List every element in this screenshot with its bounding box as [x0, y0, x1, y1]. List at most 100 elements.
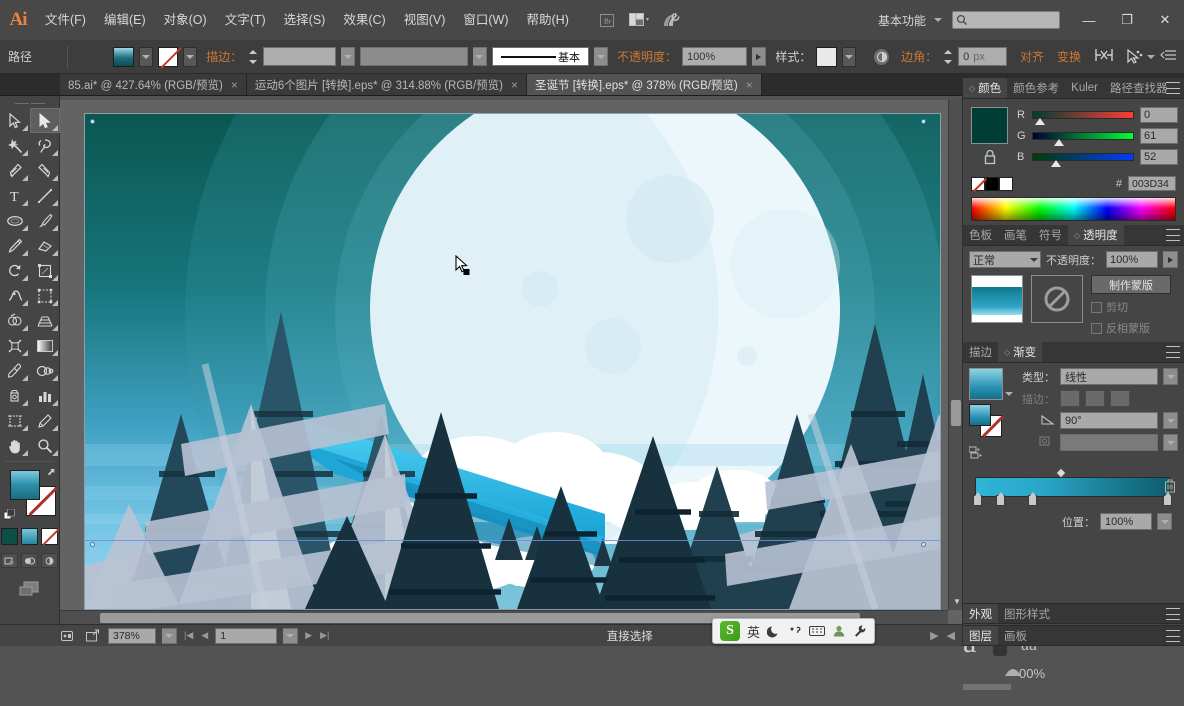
document-tab-3[interactable]: 圣诞节 [转换].eps* @ 378% (RGB/预览) × [527, 74, 762, 95]
slider-track-r[interactable] [1032, 111, 1134, 125]
minimize-button[interactable]: — [1070, 0, 1108, 40]
gradient-angle-field[interactable]: 90° [1060, 412, 1158, 429]
rotate-tool[interactable] [0, 258, 30, 283]
corner-field[interactable]: 0 px [958, 47, 1007, 66]
moon-icon[interactable] [767, 624, 781, 638]
panel-menu-icon[interactable] [1166, 229, 1180, 241]
add-anchor-point-tool[interactable] [30, 158, 60, 183]
menu-help[interactable]: 帮助(H) [518, 0, 578, 40]
tab-gradient[interactable]: ◇ 渐变 [998, 342, 1043, 362]
stroke-weight-dropdown[interactable] [341, 47, 356, 66]
toolbox-icon[interactable] [853, 624, 867, 638]
tab-artboards[interactable]: 画板 [998, 626, 1033, 645]
swap-fill-stroke-icon[interactable] [46, 467, 57, 478]
status-next-icon[interactable]: ▶ [929, 629, 939, 642]
invert-mask-checkbox-row[interactable]: 反相蒙版 [1091, 320, 1178, 336]
slider-value-b[interactable]: 52 [1140, 149, 1178, 165]
stroke-weight-label[interactable]: 描边： [206, 48, 242, 65]
mesh-tool[interactable] [0, 333, 30, 358]
fill-color-swatch[interactable] [10, 470, 40, 500]
color-lock-icon[interactable] [971, 149, 1009, 165]
gradient-fill-swatch[interactable] [969, 404, 991, 426]
direct-selection-tool[interactable] [30, 108, 60, 133]
gradient-slider[interactable] [969, 467, 1178, 511]
perspective-grid-tool[interactable] [30, 308, 60, 333]
next-artboard-button[interactable]: ▶ [304, 630, 313, 641]
ime-language-mode[interactable]: 英 [747, 622, 760, 641]
slider-knob-r[interactable] [1035, 118, 1045, 125]
eraser-tool[interactable] [30, 233, 60, 258]
slider-knob-b[interactable] [1051, 160, 1061, 167]
gradient-preview-thumbnail[interactable] [969, 368, 1003, 400]
blend-tool[interactable] [30, 358, 60, 383]
color-swatch-button[interactable] [1, 528, 18, 545]
close-icon[interactable]: × [231, 78, 238, 92]
reverse-gradient-icon[interactable] [968, 446, 1013, 463]
stroke-weight-stepper[interactable] [247, 47, 258, 67]
stroke-swatch-button[interactable] [157, 46, 179, 67]
gradient-position-dropdown[interactable] [1157, 513, 1172, 530]
paintbrush-tool[interactable] [30, 208, 60, 233]
stroke-profile-dropdown[interactable] [473, 47, 487, 66]
slider-value-g[interactable]: 61 [1140, 128, 1178, 144]
slice-tool[interactable] [30, 408, 60, 433]
opacity-field[interactable]: 100% [682, 47, 748, 66]
color-spectrum-bar[interactable] [971, 197, 1176, 221]
sogou-logo-icon[interactable]: S [720, 621, 740, 641]
clip-checkbox-row[interactable]: 剪切 [1091, 299, 1178, 315]
gradient-swatch-button[interactable] [21, 528, 38, 545]
soft-keyboard-icon[interactable] [809, 625, 826, 637]
last-artboard-button[interactable]: ▶| [319, 630, 330, 641]
slider-value-r[interactable]: 0 [1140, 107, 1178, 123]
select-similar-options-button[interactable] [1125, 48, 1155, 65]
tab-pathfinder[interactable]: 路径查找器 [1104, 78, 1174, 98]
punctuation-icon[interactable] [788, 624, 802, 638]
panel-menu-icon[interactable] [1166, 82, 1180, 94]
pen-tool[interactable] [0, 158, 30, 183]
tab-transparency[interactable]: ◇ 透明度 [1068, 225, 1124, 245]
tab-brushes[interactable]: 画笔 [998, 225, 1033, 245]
fill-dropdown-button[interactable] [138, 46, 153, 67]
draw-inside-icon[interactable] [41, 553, 58, 568]
lasso-tool[interactable] [30, 133, 60, 158]
make-mask-button[interactable]: 制作蒙版 [1091, 275, 1171, 294]
restore-button[interactable]: ❐ [1108, 0, 1146, 40]
shape-builder-tool[interactable] [0, 308, 30, 333]
width-tool[interactable] [0, 283, 30, 308]
tab-swatches[interactable]: 色板 [963, 225, 998, 245]
scale-tool[interactable] [30, 258, 60, 283]
type-tool[interactable]: T [0, 183, 30, 208]
selection-anchor-bottom-right[interactable] [921, 542, 926, 547]
canvas-area[interactable]: ▼ [60, 100, 962, 624]
bridge-icon[interactable]: Br [596, 10, 618, 30]
swatch-white[interactable] [999, 176, 1013, 191]
first-artboard-button[interactable]: |◀ [183, 630, 194, 641]
panel-menu-icon[interactable] [1166, 608, 1180, 620]
draw-normal-icon[interactable] [1, 553, 18, 568]
delete-stop-icon[interactable] [1164, 479, 1176, 496]
free-transform-tool[interactable] [30, 283, 60, 308]
canvas-vertical-scrollbar[interactable]: ▼ [948, 100, 962, 610]
panel-menu-icon[interactable] [1166, 346, 1180, 358]
document-tab-2[interactable]: 运动6个图片 [转换].eps* @ 314.88% (RGB/预览) × [246, 74, 528, 95]
scroll-down-icon[interactable]: ▼ [953, 597, 961, 606]
artboard-tool[interactable] [0, 408, 30, 433]
selection-tool[interactable] [0, 108, 30, 133]
slider-track-g[interactable] [1032, 132, 1134, 146]
brush-definition-field[interactable]: 基本 [491, 47, 590, 66]
transparency-opacity-field[interactable]: 100% [1106, 251, 1158, 268]
gradient-aspect-dropdown[interactable] [1163, 434, 1178, 451]
invert-mask-checkbox[interactable] [1091, 322, 1102, 334]
document-info-icon[interactable] [60, 628, 78, 644]
gradient-type-select[interactable]: 线性 [1060, 368, 1158, 385]
stroke-weight-field[interactable] [263, 47, 337, 66]
menu-object[interactable]: 对象(O) [155, 0, 216, 40]
slider-knob-g[interactable] [1054, 139, 1064, 146]
screen-mode-button[interactable] [0, 580, 59, 598]
gradient-midpoint-marker[interactable] [1055, 467, 1067, 479]
transform-button[interactable]: 变换 [1057, 48, 1081, 65]
ellipse-tool[interactable] [0, 208, 30, 233]
gradient-ramp[interactable] [973, 467, 1172, 506]
stroke-profile-field[interactable] [360, 47, 469, 66]
fill-swatch-button[interactable] [113, 46, 134, 67]
